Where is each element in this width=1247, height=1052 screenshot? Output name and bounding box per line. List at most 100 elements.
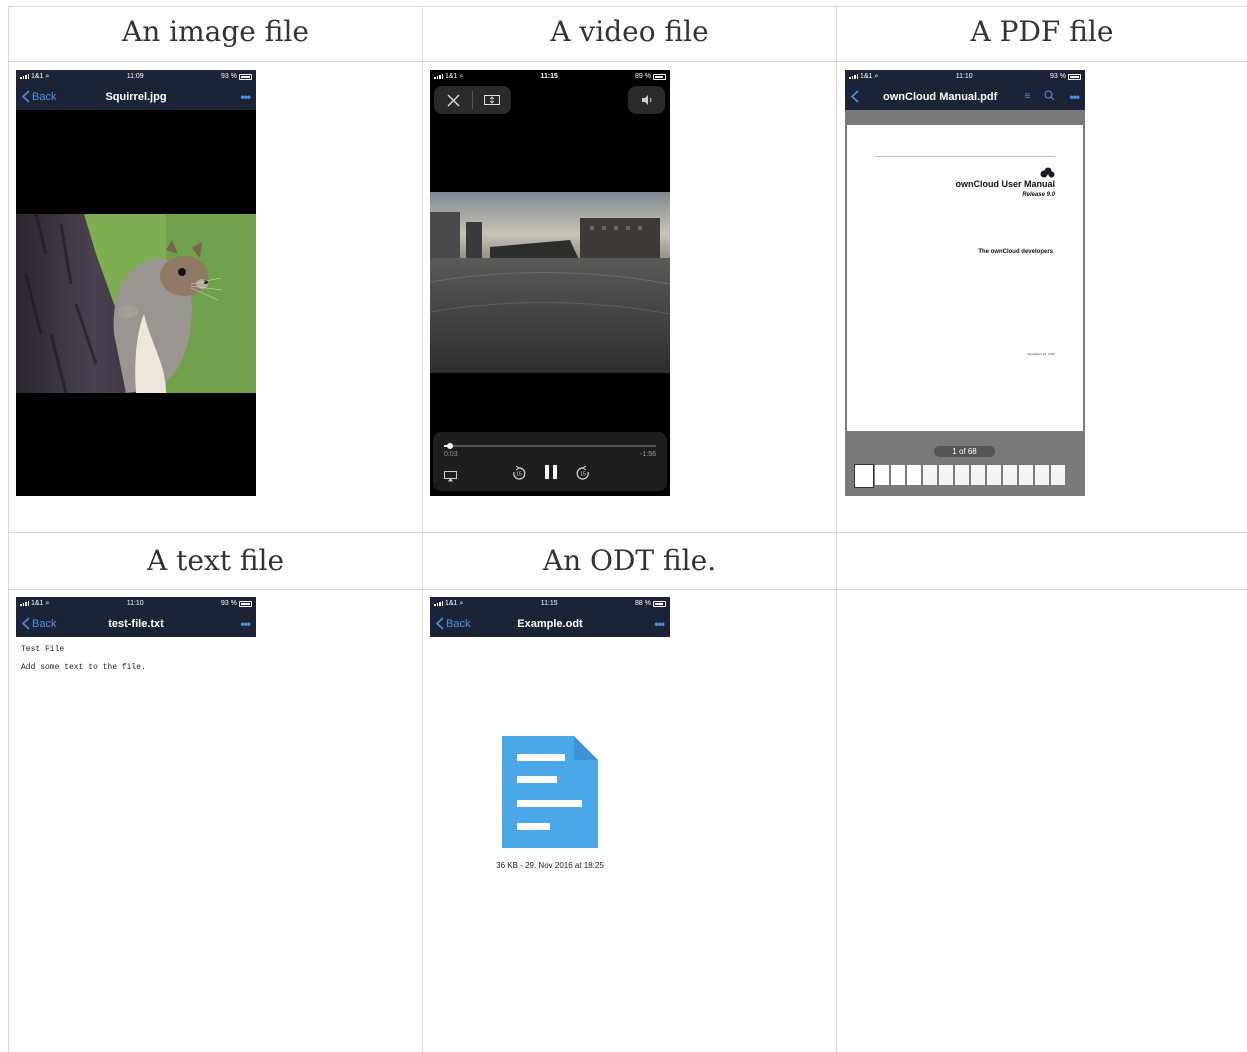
thumbnail[interactable]: [891, 465, 905, 485]
more-icon[interactable]: •••: [240, 617, 251, 631]
chevron-left-icon: [851, 90, 859, 103]
back-label: Back: [32, 90, 57, 103]
pause-icon[interactable]: [544, 464, 558, 484]
carrier-label: 1&1: [860, 73, 873, 80]
thumbnail[interactable]: [987, 465, 1001, 485]
image-viewer-header: 1&1 ⌕ 11:09 93 % Back Squirrel.jpg •••: [16, 70, 256, 110]
svg-text:15: 15: [580, 472, 586, 478]
page-indicator: 1 of 68: [934, 446, 995, 457]
nav-bar: ownCloud Manual.pdf ≡ •••: [845, 83, 1085, 110]
nav-bar: Back test-file.txt •••: [16, 610, 256, 637]
status-bar: 1&1 ⌕ 11:10 93 %: [845, 70, 1085, 83]
thumbnail[interactable]: [1003, 465, 1017, 485]
thumbnail[interactable]: [923, 465, 937, 485]
progress-track[interactable]: [444, 443, 656, 449]
status-bar: 1&1 ⌕ 11:09 93 %: [16, 70, 256, 83]
wifi-icon: ⌕: [459, 72, 464, 80]
back-button[interactable]: Back: [436, 617, 470, 630]
clock: 11:15: [540, 73, 558, 80]
carrier-label: 1&1: [31, 73, 44, 80]
header-pdf: A PDF file: [970, 15, 1114, 48]
nav-bar: Back Squirrel.jpg •••: [16, 83, 256, 110]
thumbnail[interactable]: [875, 465, 889, 485]
back-button[interactable]: [851, 90, 859, 103]
battery-icon: [652, 73, 666, 80]
header-odt: An ODT file.: [542, 544, 717, 577]
battery-icon: [652, 600, 666, 607]
airplay-icon[interactable]: [444, 467, 457, 486]
thumbnail[interactable]: [907, 465, 921, 485]
battery-percent: 89 %: [635, 73, 651, 80]
pdf-viewer-screen: 1&1 ⌕ 11:10 93 % ownCloud Manual.pdf ≡ •…: [845, 70, 1085, 496]
back-label: Back: [446, 617, 471, 630]
doc-author: The ownCloud developers: [978, 249, 1053, 255]
header-text: A text file: [146, 544, 285, 577]
close-icon[interactable]: [434, 94, 472, 107]
text-content: Test File Add some text to the file.: [16, 637, 256, 681]
wifi-icon: ⌕: [459, 599, 464, 607]
thumbnail[interactable]: [1051, 465, 1065, 485]
clock: 11:15: [540, 600, 558, 607]
odt-viewer-header: 1&1 ⌕ 11:15 88 % Back Example.odt •••: [430, 597, 670, 637]
carrier-label: 1&1: [445, 73, 458, 80]
thumbnail[interactable]: [854, 464, 874, 488]
thumbnail[interactable]: [955, 465, 969, 485]
clock: 11:09: [126, 73, 144, 80]
text-viewer-screen: 1&1 ⌕ 11:10 93 % Back test-file.txt ••• …: [16, 597, 256, 1052]
thumbnail[interactable]: [1035, 465, 1049, 485]
doc-date: September 19, 2016: [1026, 352, 1055, 356]
odt-viewer-screen: 1&1 ⌕ 11:15 88 % Back Example.odt ••• 36…: [430, 597, 670, 1052]
back-label: Back: [32, 617, 57, 630]
progress-knob[interactable]: [447, 443, 454, 449]
skip-forward-icon[interactable]: 15: [576, 465, 590, 484]
wifi-icon: ⌕: [45, 599, 50, 607]
more-icon[interactable]: •••: [654, 617, 665, 631]
back-button[interactable]: Back: [22, 617, 56, 630]
video-player-screen: 1&1 ⌕ 11:15 89 % 0:03 -1:56 15 15: [430, 70, 670, 496]
status-bar: 1&1 ⌕ 11:10 93 %: [16, 597, 256, 610]
wifi-icon: ⌕: [874, 72, 879, 80]
back-button[interactable]: Back: [22, 90, 56, 103]
doc-release: Release 9.0: [1022, 192, 1055, 198]
thumbnail[interactable]: [939, 465, 953, 485]
header-image: An image file: [122, 15, 309, 48]
text-viewer-header: 1&1 ⌕ 11:10 93 % Back test-file.txt •••: [16, 597, 256, 637]
chevron-left-icon: [436, 617, 444, 630]
clock: 11:10: [126, 600, 144, 607]
skip-back-icon[interactable]: 15: [512, 465, 526, 484]
page-rule: [875, 156, 1055, 157]
battery-percent: 93 %: [1050, 73, 1066, 80]
file-title: ownCloud Manual.pdf: [883, 90, 998, 103]
chevron-left-icon: [22, 90, 30, 103]
text-line-1: Test File: [21, 645, 65, 654]
signal-icon: [434, 601, 443, 606]
battery-icon: [238, 73, 252, 80]
thumbnail[interactable]: [1019, 465, 1033, 485]
header-video: A video file: [550, 15, 709, 48]
wifi-icon: ⌕: [45, 72, 50, 80]
carrier-label: 1&1: [445, 600, 458, 607]
elapsed-time: 0:03: [444, 451, 458, 458]
signal-icon: [20, 601, 29, 606]
doc-title: ownCloud User Manual: [955, 179, 1055, 189]
chevron-left-icon: [22, 617, 30, 630]
thumbnail-strip[interactable]: [854, 464, 1075, 488]
search-icon[interactable]: [1044, 88, 1055, 106]
fit-icon[interactable]: [473, 95, 511, 105]
volume-icon[interactable]: [628, 86, 665, 114]
clock: 11:10: [955, 73, 973, 80]
thumbnail[interactable]: [971, 465, 985, 485]
carrier-label: 1&1: [31, 600, 44, 607]
more-icon[interactable]: •••: [240, 90, 251, 104]
battery-percent: 93 %: [221, 73, 237, 80]
list-icon[interactable]: ≡: [1025, 91, 1031, 102]
battery-icon: [238, 600, 252, 607]
text-line-2: Add some text to the file.: [21, 663, 146, 672]
svg-text:15: 15: [516, 472, 522, 478]
remaining-time: -1:56: [640, 451, 656, 458]
more-icon[interactable]: •••: [1069, 90, 1080, 104]
status-bar: 1&1 ⌕ 11:15 88 %: [430, 597, 670, 610]
playback-controls: 0:03 -1:56 15 15: [433, 432, 667, 491]
top-controls: [434, 86, 511, 114]
pdf-viewer-header: 1&1 ⌕ 11:10 93 % ownCloud Manual.pdf ≡ •…: [845, 70, 1085, 110]
